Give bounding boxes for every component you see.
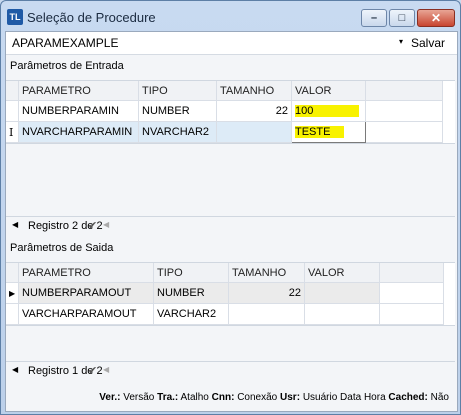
cell-filler [379, 282, 444, 304]
window-title: Seleção de Procedure [27, 10, 156, 25]
cell-filler [379, 303, 444, 325]
row-indicator [6, 100, 19, 122]
valor-edit-input-text: TESTE [295, 126, 345, 138]
app-logo-icon: TL [7, 9, 23, 25]
column-header-tipo[interactable]: TIPO [153, 263, 229, 283]
cell-parametro[interactable]: NVARCHARPARAMIN [18, 121, 139, 143]
close-icon: ✕ [430, 11, 442, 25]
table-row[interactable]: VARCHARPARAMOUT VARCHAR2 [6, 303, 444, 325]
cell-tipo[interactable]: NVARCHAR2 [138, 121, 217, 143]
cell-valor-text: 100 [295, 105, 360, 117]
table-row[interactable]: NUMBERPARAMIN NUMBER 22 100 [6, 100, 443, 122]
column-header-valor[interactable]: VALOR [304, 263, 380, 283]
status-tra-value: Atalho [180, 392, 209, 403]
procedure-select-value: APARAMEXAMPLE [12, 36, 119, 50]
cell-valor[interactable] [304, 303, 380, 325]
row-indicator-header [6, 263, 19, 283]
grid-header-row: PARAMETRO TIPO TAMANHO VALOR [6, 81, 443, 101]
grid-header-row: PARAMETRO TIPO TAMANHO VALOR [6, 263, 444, 283]
valor-edit-input[interactable]: TESTE [291, 121, 366, 143]
cell-tipo[interactable]: NUMBER [153, 282, 229, 304]
status-tra-label: Tra.: [157, 392, 179, 403]
column-header-tamanho[interactable]: TAMANHO [228, 263, 305, 283]
output-grid-navigator: ◀ Registro 1 de 2 ✔ ◀ [6, 361, 455, 380]
scroll-left-icon[interactable]: ◀ [103, 220, 109, 229]
cell-parametro[interactable]: NUMBERPARAMIN [18, 100, 139, 122]
row-indicator [6, 303, 19, 325]
save-button[interactable]: Salvar [411, 36, 445, 50]
input-params-label: Parâmetros de Entrada [10, 60, 124, 72]
column-header-filler [379, 263, 444, 283]
check-icon[interactable]: ✔ [88, 219, 97, 232]
cell-parametro[interactable]: NUMBERPARAMOUT [18, 282, 154, 304]
edit-cursor-indicator: I [6, 121, 19, 143]
table-row-current[interactable]: ▶ NUMBERPARAMOUT NUMBER 22 [6, 282, 444, 304]
status-ver-label: Ver.: [99, 392, 121, 403]
previous-record-icon[interactable]: ◀ [12, 220, 18, 229]
cell-tipo[interactable]: VARCHAR2 [153, 303, 229, 325]
window-client-area: APARAMEXAMPLE ▾ Salvar Parâmetros de Ent… [5, 31, 458, 412]
output-params-grid: PARAMETRO TIPO TAMANHO VALOR ▶ NUMBERPAR… [6, 262, 455, 326]
column-header-parametro[interactable]: PARAMETRO [18, 81, 139, 101]
row-indicator-header [6, 81, 19, 101]
cell-parametro[interactable]: VARCHARPARAMOUT [18, 303, 154, 325]
cell-tamanho[interactable]: 22 [216, 100, 292, 122]
previous-record-icon[interactable]: ◀ [12, 365, 18, 374]
output-params-label: Parâmetros de Saida [10, 242, 114, 254]
status-cnn-value: Conexão [237, 392, 278, 403]
status-ver-value: Versão [123, 392, 155, 403]
column-header-tamanho[interactable]: TAMANHO [216, 81, 292, 101]
scroll-left-icon[interactable]: ◀ [103, 365, 109, 374]
input-grid-navigator: ◀ Registro 2 de 2 ✔ ◀ [6, 216, 455, 235]
close-button[interactable]: ✕ [417, 9, 455, 27]
chevron-down-icon[interactable]: ▾ [399, 37, 403, 46]
cell-tamanho[interactable] [216, 121, 292, 143]
status-usr-value: Usuário Data Hora [302, 392, 386, 403]
status-cnn-label: Cnn: [211, 392, 235, 403]
status-cached-value: Não [430, 392, 449, 403]
cell-tipo[interactable]: NUMBER [138, 100, 217, 122]
input-params-grid: PARAMETRO TIPO TAMANHO VALOR NUMBERPARAM… [6, 80, 455, 144]
maximize-icon: □ [398, 12, 406, 24]
title-bar[interactable]: TL Seleção de Procedure – □ ✕ [1, 1, 460, 31]
cell-tamanho[interactable] [228, 303, 305, 325]
column-header-parametro[interactable]: PARAMETRO [18, 263, 154, 283]
table-row-selected[interactable]: I NVARCHARPARAMIN NVARCHAR2 TESTE [6, 121, 443, 143]
cell-filler [365, 100, 443, 122]
minimize-icon: – [370, 12, 378, 24]
cell-valor[interactable]: 100 [291, 100, 366, 122]
maximize-button[interactable]: □ [389, 9, 415, 27]
status-cached-label: Cached: [388, 392, 428, 403]
status-usr-label: Usr: [280, 392, 301, 403]
cell-tamanho[interactable]: 22 [228, 282, 305, 304]
column-header-valor[interactable]: VALOR [291, 81, 366, 101]
cell-valor[interactable] [304, 282, 380, 304]
current-row-indicator-icon: ▶ [6, 282, 19, 304]
procedure-selection-window: TL Seleção de Procedure – □ ✕ APARAMEXAM… [0, 0, 461, 415]
status-bar: Ver.: Versão Tra.: Atalho Cnn: Conexão U… [6, 387, 455, 409]
cell-filler [365, 121, 443, 143]
check-icon[interactable]: ✔ [88, 364, 97, 377]
procedure-select[interactable]: APARAMEXAMPLE ▾ Salvar [6, 32, 457, 55]
minimize-button[interactable]: – [361, 9, 387, 27]
column-header-filler [365, 81, 443, 101]
column-header-tipo[interactable]: TIPO [138, 81, 217, 101]
status-bar-content: Ver.: Versão Tra.: Atalho Cnn: Conexão U… [99, 392, 449, 403]
